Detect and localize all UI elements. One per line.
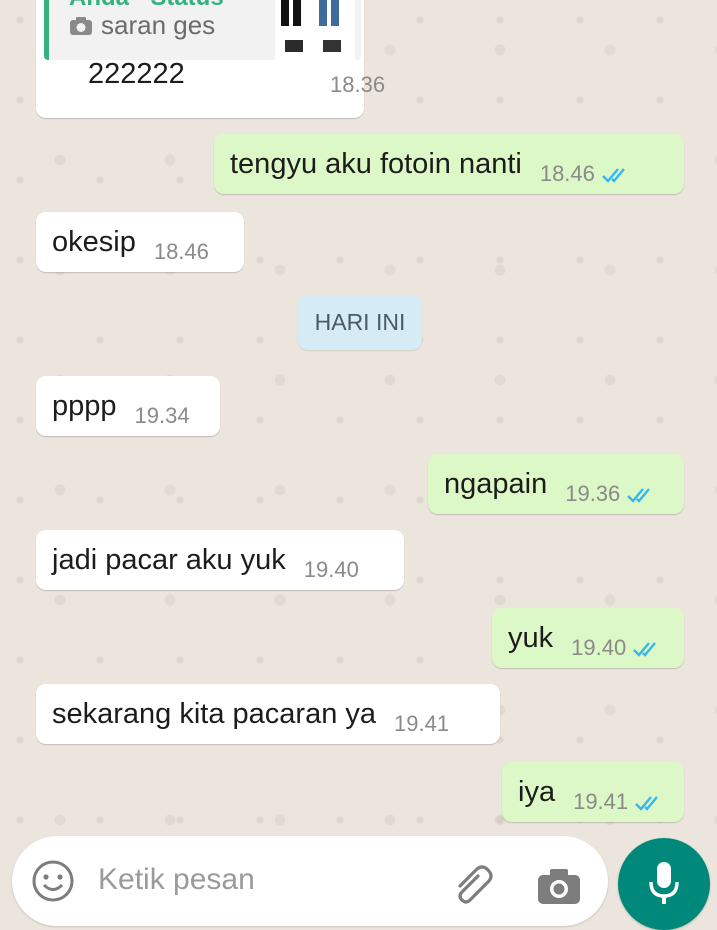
outgoing-message[interactable]: yuk 19.40 (492, 608, 684, 668)
message-text: yuk (508, 621, 554, 654)
quoted-caption-row: saran ges (69, 10, 215, 41)
incoming-message[interactable]: okesip 18.46 (36, 212, 244, 272)
message-text: okesip (52, 225, 136, 258)
quoted-caption: saran ges (101, 10, 216, 40)
message-time: 19.41 (394, 711, 450, 736)
paperclip-icon[interactable] (452, 864, 496, 904)
message-time: 18.46 (540, 161, 631, 187)
message-input[interactable] (96, 856, 430, 904)
message-text: sekarang kita pacaran ya (52, 697, 377, 730)
message-time: 18.36 (330, 72, 386, 97)
message-time: 19.40 (303, 557, 359, 582)
incoming-message[interactable]: sekarang kita pacaran ya 19.41 (36, 684, 500, 744)
date-divider: HARI INI (298, 295, 422, 350)
message-time: 19.36 (565, 481, 656, 507)
emoji-icon[interactable] (30, 858, 76, 904)
message-text: 222222 (88, 58, 185, 90)
camera-icon[interactable] (536, 866, 582, 906)
message-time: 18.46 (153, 239, 209, 264)
double-check-icon (627, 488, 651, 503)
double-check-icon (635, 796, 659, 811)
outgoing-message[interactable]: tengyu aku fotoin nanti 18.46 (214, 134, 684, 194)
message-text: pppp (52, 389, 117, 422)
message-text: jadi pacar aku yuk (52, 543, 286, 576)
message-time: 19.40 (571, 635, 662, 661)
outgoing-message[interactable]: ngapain 19.36 (428, 454, 684, 514)
outgoing-message[interactable]: iya 19.41 (502, 762, 684, 822)
message-text: iya (518, 775, 556, 808)
message-composer (12, 836, 608, 926)
incoming-message[interactable]: jadi pacar aku yuk 19.40 (36, 530, 404, 590)
incoming-message[interactable]: pppp 19.34 (36, 376, 220, 436)
message-time: 19.34 (134, 403, 190, 428)
double-check-icon (633, 642, 657, 657)
camera-icon (70, 16, 92, 35)
microphone-button[interactable] (618, 838, 710, 930)
double-check-icon (602, 168, 625, 183)
status-thumbnail (275, 0, 355, 60)
microphone-icon (649, 862, 679, 904)
message-text: tengyu aku fotoin nanti (230, 147, 522, 180)
quoted-status[interactable]: Anda · Status saran ges (44, 0, 361, 60)
message-text: ngapain (444, 467, 548, 500)
message-time: 19.41 (573, 789, 664, 815)
